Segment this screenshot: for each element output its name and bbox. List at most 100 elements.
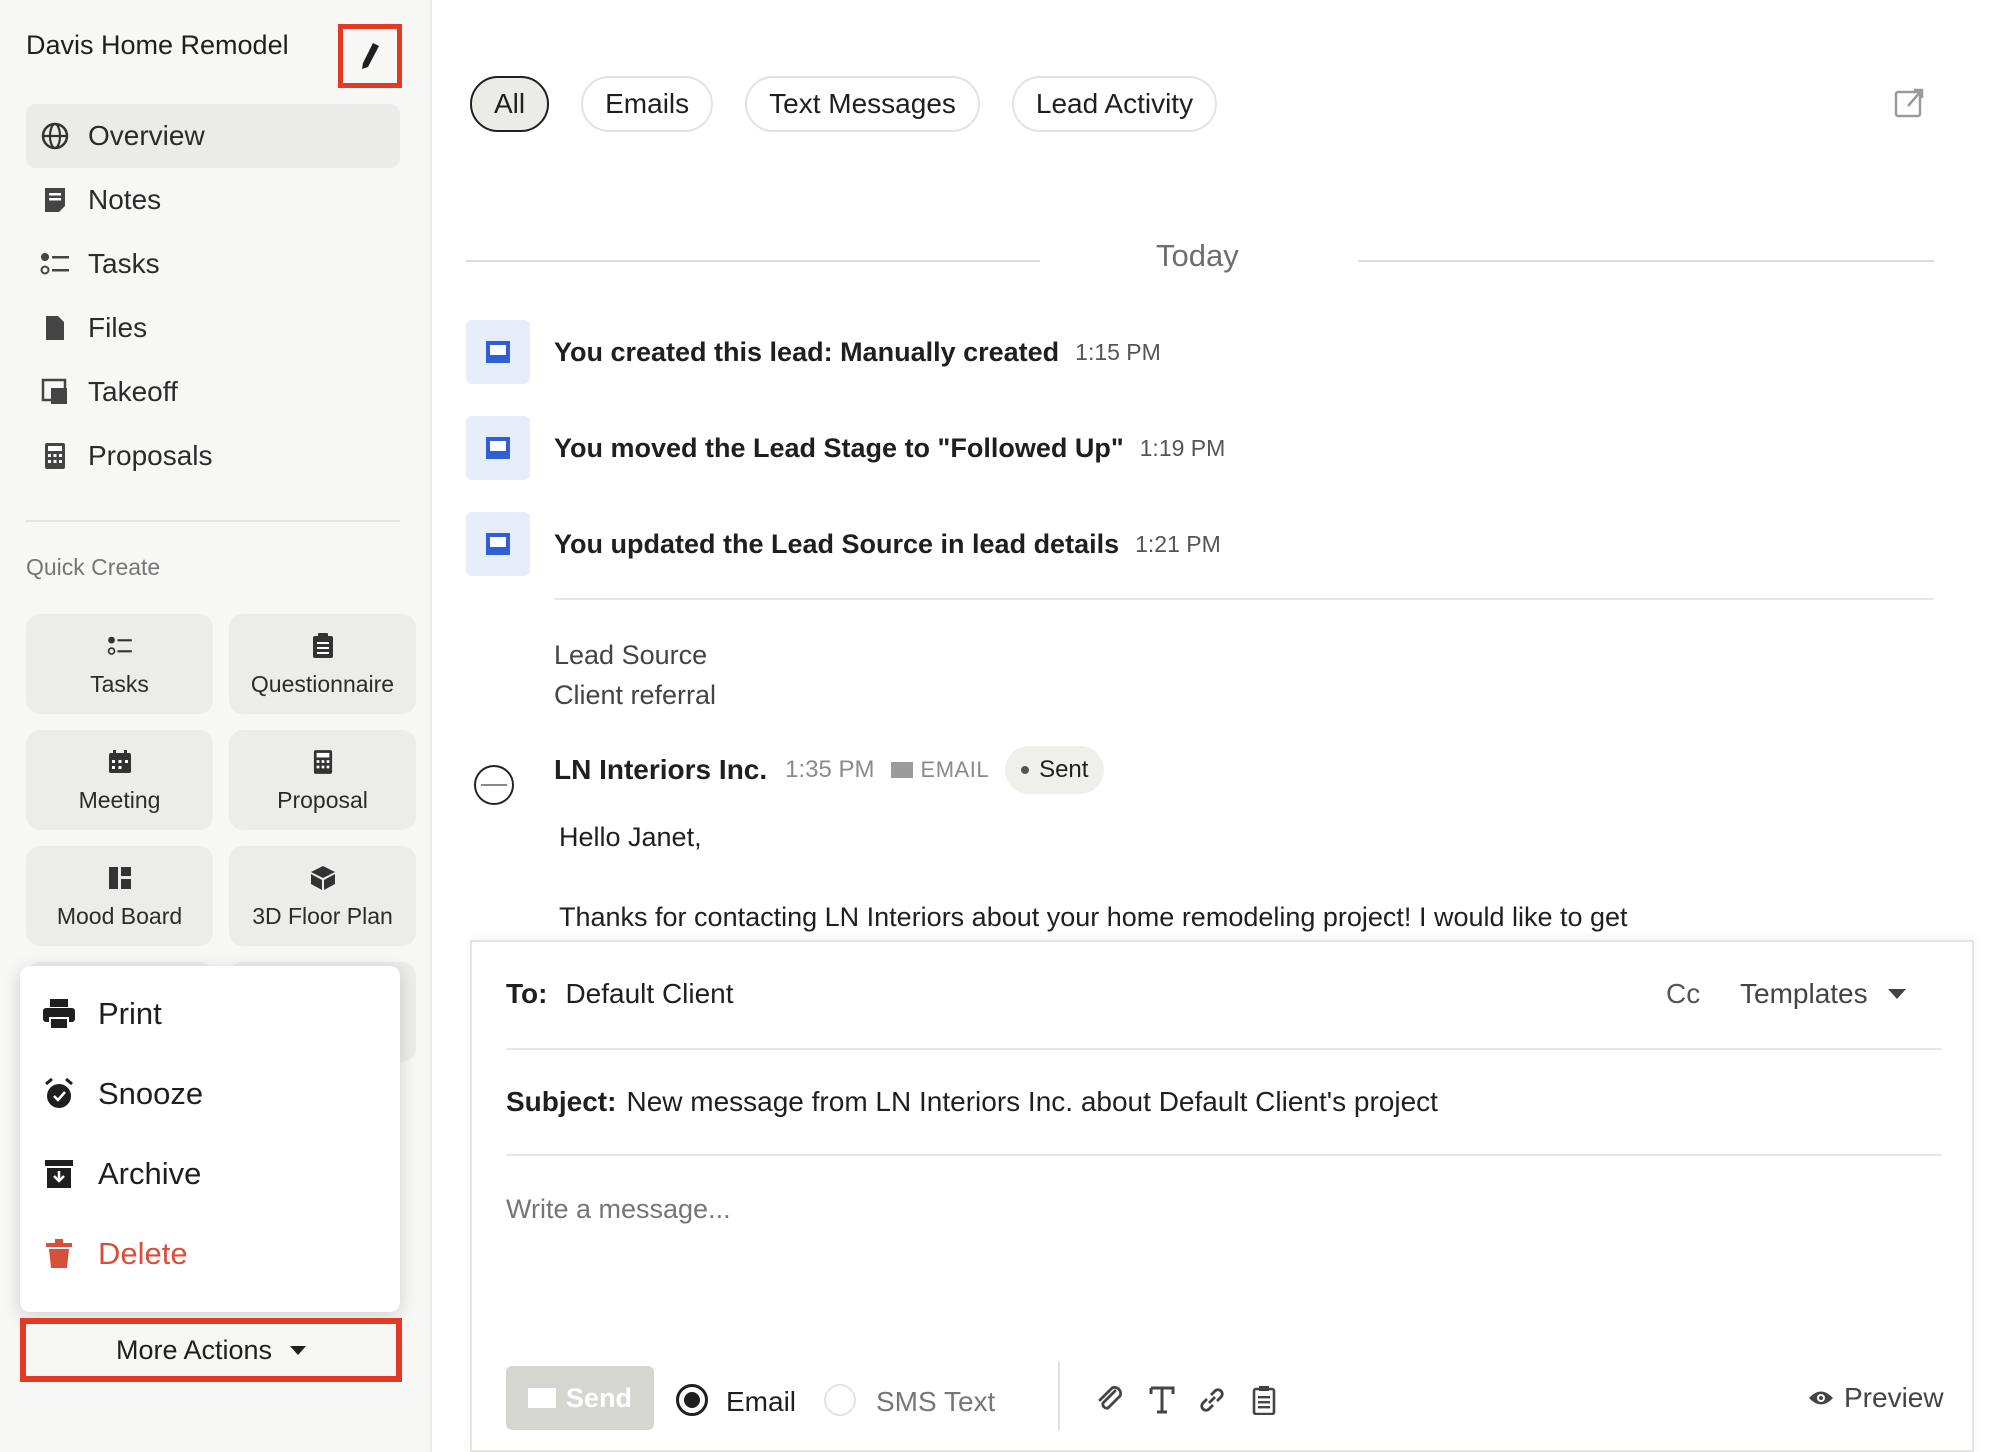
- activity-time: 1:21 PM: [1135, 530, 1221, 557]
- quick-create-tasks[interactable]: Tasks: [26, 614, 213, 714]
- email-type: EMAIL: [890, 757, 990, 783]
- chevron-down-icon: [290, 1345, 307, 1355]
- chevron-down-icon: [1887, 989, 1906, 999]
- quick-create-proposal[interactable]: Proposal: [229, 730, 416, 830]
- menu-item-archive[interactable]: Archive: [20, 1134, 400, 1214]
- edit-project-button[interactable]: [338, 24, 402, 88]
- quick-create-mood-board[interactable]: Mood Board: [26, 846, 213, 946]
- calculator-icon: [313, 747, 333, 777]
- sidebar: Davis Home Remodel Overview Notes Tasks: [0, 0, 432, 1452]
- menu-item-label: Archive: [98, 1156, 202, 1191]
- divider: [1358, 260, 1934, 262]
- inbox-icon: [466, 416, 530, 480]
- activity-time: 1:15 PM: [1075, 338, 1161, 365]
- divider: [554, 598, 1934, 600]
- menu-item-label: Snooze: [98, 1076, 204, 1111]
- quick-create-label: Quick Create: [26, 554, 161, 580]
- tab-all[interactable]: All: [470, 76, 550, 132]
- email-header: LN Interiors Inc. 1:35 PM EMAIL Sent: [474, 746, 1105, 805]
- email-body-preview: Thanks for contacting LN Interiors about…: [559, 902, 1628, 932]
- sidebar-item-proposals[interactable]: Proposals: [26, 424, 400, 488]
- channel-email-label: Email: [726, 1386, 797, 1417]
- inbox-icon: [466, 320, 530, 384]
- sidebar-item-label: Tasks: [88, 248, 160, 279]
- channel-sms-radio[interactable]: [824, 1384, 856, 1416]
- sidebar-item-notes[interactable]: Notes: [26, 168, 400, 232]
- menu-item-delete[interactable]: Delete: [20, 1214, 400, 1294]
- quick-create-questionnaire[interactable]: Questionnaire: [229, 614, 416, 714]
- activity-text: You created this lead: Manually created: [554, 336, 1060, 367]
- tab-lead-activity[interactable]: Lead Activity: [1011, 76, 1218, 132]
- tab-text-messages[interactable]: Text Messages: [745, 76, 980, 132]
- preview-button[interactable]: Preview: [1808, 1382, 1944, 1414]
- lead-source-label: Lead Source: [554, 640, 708, 670]
- send-button[interactable]: Send: [506, 1366, 654, 1430]
- globe-icon: [40, 121, 70, 151]
- calendar-icon: [108, 747, 132, 777]
- templates-dropdown[interactable]: Templates: [1740, 978, 1906, 1010]
- link-icon[interactable]: [1196, 1384, 1228, 1416]
- subject-field[interactable]: Subject: New message from LN Interiors I…: [506, 1086, 1438, 1118]
- subject-label: Subject:: [506, 1086, 617, 1117]
- sidebar-item-takeoff[interactable]: Takeoff: [26, 360, 400, 424]
- text-format-icon[interactable]: [1146, 1384, 1178, 1416]
- templates-label: Templates: [1740, 978, 1868, 1009]
- activity-item: You created this lead: Manually created …: [466, 320, 1161, 384]
- email-sender: LN Interiors Inc.: [554, 754, 768, 785]
- sidebar-item-tasks[interactable]: Tasks: [26, 232, 400, 296]
- to-label: To:: [506, 978, 548, 1009]
- activity-item: You moved the Lead Stage to "Followed Up…: [466, 416, 1225, 480]
- composer-toolbar: Send Email SMS Text Preview: [506, 1362, 1946, 1430]
- preview-label: Preview: [1844, 1382, 1944, 1413]
- clipboard-icon[interactable]: [1248, 1384, 1280, 1416]
- message-composer: To: Default Client Cc Templates Subject:…: [470, 940, 1974, 1452]
- quick-create-label: Tasks: [90, 670, 149, 697]
- menu-item-print[interactable]: Print: [20, 974, 400, 1054]
- sidebar-item-files[interactable]: Files: [26, 296, 400, 360]
- sidebar-item-label: Overview: [88, 120, 205, 151]
- moodboard-icon: [108, 863, 131, 893]
- channel-sms-label: SMS Text: [876, 1386, 996, 1417]
- pencil-icon: [362, 43, 379, 69]
- printer-icon: [42, 998, 76, 1030]
- to-field[interactable]: To: Default Client: [506, 978, 734, 1010]
- more-actions-label: More Actions: [115, 1334, 273, 1365]
- project-title: Davis Home Remodel: [26, 30, 289, 60]
- sidebar-nav: Overview Notes Tasks Files Takeoff Propo…: [26, 104, 400, 488]
- takeoff-icon: [40, 377, 70, 407]
- divider: [1058, 1362, 1060, 1430]
- activity-item: You updated the Lead Source in lead deta…: [466, 512, 1221, 576]
- lead-source-value: Client referral: [554, 680, 717, 710]
- date-label: Today: [1156, 238, 1239, 273]
- menu-item-label: Delete: [98, 1236, 188, 1271]
- clipboard-icon: [312, 631, 334, 661]
- envelope-icon: [527, 1388, 556, 1408]
- sidebar-item-label: Proposals: [88, 440, 213, 471]
- menu-item-snooze[interactable]: Snooze: [20, 1054, 400, 1134]
- export-icon[interactable]: [1894, 86, 1926, 123]
- quick-create-3d-floor-plan[interactable]: 3D Floor Plan: [229, 846, 416, 946]
- eye-icon: [1808, 1389, 1834, 1407]
- attachment-icon[interactable]: [1094, 1384, 1126, 1416]
- email-type-label: EMAIL: [920, 757, 990, 782]
- subject-value: New message from LN Interiors Inc. about…: [626, 1086, 1438, 1117]
- quick-create-label: Meeting: [78, 786, 161, 813]
- cc-button[interactable]: Cc: [1666, 978, 1700, 1010]
- sidebar-item-overview[interactable]: Overview: [26, 104, 400, 168]
- trash-icon: [42, 1239, 76, 1269]
- activity-filter-tabs: All Emails Text Messages Lead Activity: [470, 76, 1218, 132]
- quick-create-meeting[interactable]: Meeting: [26, 730, 213, 830]
- alarm-icon: [42, 1078, 76, 1110]
- to-value: Default Client: [565, 978, 734, 1009]
- tab-emails[interactable]: Emails: [581, 76, 714, 132]
- date-separator: Today: [466, 236, 1934, 276]
- more-actions-button[interactable]: More Actions: [20, 1318, 402, 1382]
- send-label: Send: [565, 1382, 632, 1413]
- channel-email-radio[interactable]: [676, 1384, 708, 1416]
- sidebar-item-label: Files: [88, 312, 148, 343]
- quick-create-label: Mood Board: [56, 902, 183, 929]
- status-badge-label: Sent: [1039, 756, 1089, 783]
- email-time: 1:35 PM: [785, 756, 875, 783]
- message-input[interactable]: [506, 1194, 1906, 1225]
- more-actions-menu: Print Snooze Archive Delete: [20, 966, 400, 1312]
